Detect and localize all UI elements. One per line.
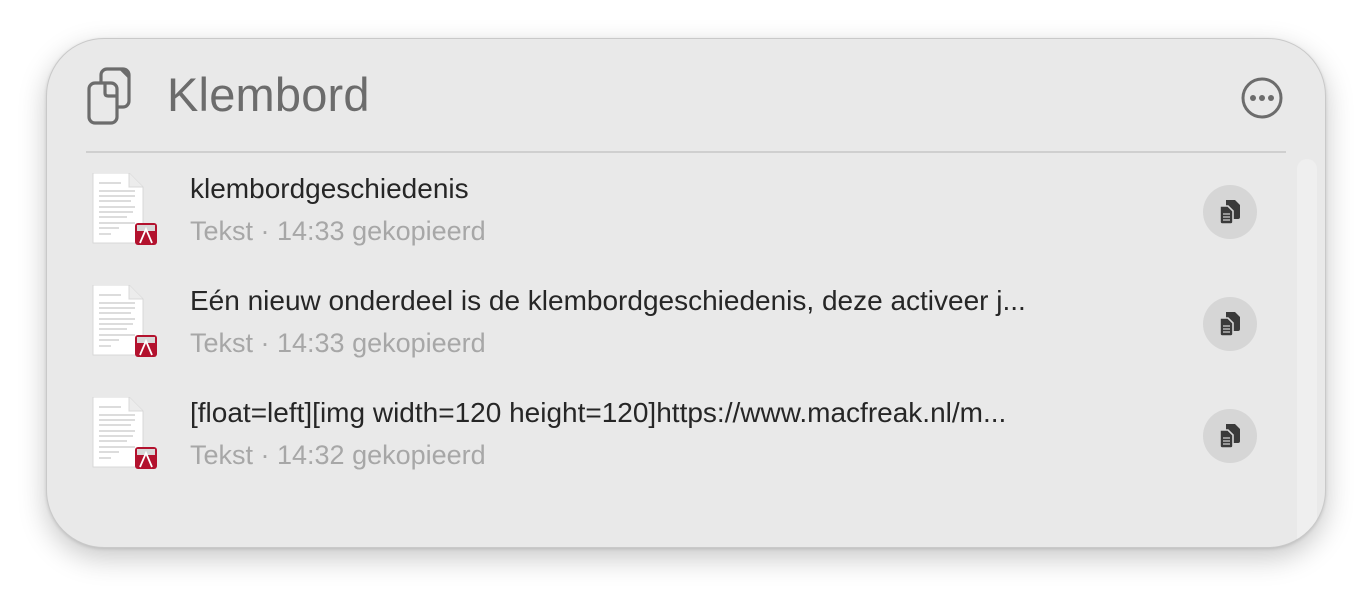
list-item[interactable]: klembordgeschiedenis Tekst · 14:33 gekop… xyxy=(47,157,1297,269)
clipboard-icon xyxy=(87,67,131,125)
copy-button[interactable] xyxy=(1203,409,1257,463)
text-document-icon xyxy=(92,173,157,245)
list-item[interactable]: Eén nieuw onderdeel is de klembordgeschi… xyxy=(47,269,1297,381)
item-meta: Tekst · 14:33 gekopieerd xyxy=(190,216,486,246)
text-document-icon xyxy=(92,285,157,357)
item-title: [float=left][img width=120 height=120]ht… xyxy=(190,397,1007,428)
copy-icon xyxy=(1219,312,1240,337)
panel-header: Klembord xyxy=(47,39,1325,151)
scrollbar-track[interactable] xyxy=(1297,159,1317,547)
ellipsis-circle-icon[interactable] xyxy=(1240,76,1284,120)
text-document-icon xyxy=(92,397,157,469)
item-title: Eén nieuw onderdeel is de klembordgeschi… xyxy=(190,285,1026,316)
copy-icon xyxy=(1219,200,1240,225)
item-title: klembordgeschiedenis xyxy=(190,173,469,204)
clipboard-panel: Klembord klembordgeschiedenis Tekst · 14… xyxy=(46,38,1326,548)
copy-icon xyxy=(1219,424,1240,449)
copy-button[interactable] xyxy=(1203,185,1257,239)
item-meta: Tekst · 14:33 gekopieerd xyxy=(190,328,486,358)
header-divider xyxy=(86,151,1286,153)
list-item[interactable]: [float=left][img width=120 height=120]ht… xyxy=(47,381,1297,493)
panel-title: Klembord xyxy=(167,68,370,121)
item-meta: Tekst · 14:32 gekopieerd xyxy=(190,440,486,470)
copy-button[interactable] xyxy=(1203,297,1257,351)
